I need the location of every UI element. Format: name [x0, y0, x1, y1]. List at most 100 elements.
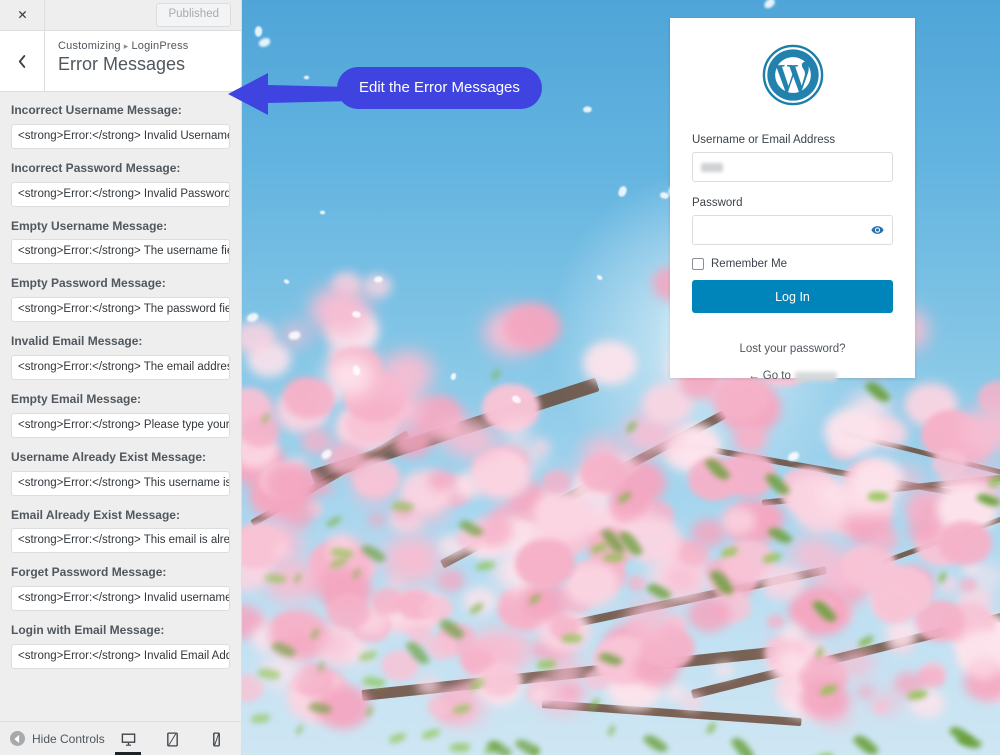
blossom-cluster	[760, 505, 786, 527]
control-label: Email Already Exist Message:	[11, 507, 180, 522]
close-icon[interactable]	[0, 0, 45, 30]
blossom-leaf	[606, 724, 617, 737]
blossom-leaf	[704, 721, 718, 735]
control-text-input[interactable]: <strong>Error:</strong> The username fie…	[11, 239, 230, 265]
blossom-leaf	[293, 723, 306, 736]
blossom-leaf	[475, 561, 495, 571]
wp-login-form: Username or Email Address Password Remem…	[670, 18, 915, 382]
published-button[interactable]: Published	[156, 2, 231, 28]
blossom-cluster	[368, 512, 386, 528]
blossom-leaf	[642, 731, 669, 755]
blossom-leaf	[388, 731, 408, 743]
blossom-cluster	[326, 593, 370, 629]
blossom-cluster	[691, 518, 727, 548]
blossom-cluster	[760, 564, 805, 601]
control-label: Empty Username Message:	[11, 218, 168, 233]
login-submit-button[interactable]: Log In	[692, 280, 893, 314]
control-label: Invalid Email Message:	[11, 334, 143, 349]
control-text-input[interactable]: <strong>Error:</strong> This email is al…	[11, 528, 230, 554]
blossom-cluster	[242, 416, 279, 447]
falling-petal	[449, 372, 458, 381]
password-input[interactable]	[692, 215, 893, 246]
site-preview-pane[interactable]: Username or Email Address Password Remem…	[242, 0, 1000, 755]
control-text-input[interactable]: <strong>Error:</strong> Please type your…	[11, 412, 230, 438]
control-4: Invalid Email Message: <strong>Error:</st…	[11, 333, 230, 380]
falling-petal	[282, 278, 290, 285]
blossom-cluster	[818, 479, 858, 512]
chevron-left-icon[interactable]	[0, 31, 45, 91]
control-text-input[interactable]: <strong>Error:</strong> This username is…	[11, 470, 230, 496]
blossom-cluster	[533, 490, 596, 542]
wordpress-logo-icon	[692, 44, 893, 106]
control-3: Empty Password Message: <strong>Error:</s…	[11, 275, 230, 323]
blossom-cluster	[416, 676, 440, 695]
control-text-input[interactable]: <strong>Error:</strong> The password fie…	[11, 297, 230, 323]
falling-petal	[762, 0, 777, 10]
customizer-topbar: Published	[0, 0, 241, 31]
device-preview-switcher	[113, 722, 231, 755]
blossom-cluster	[824, 408, 882, 456]
blossom-cluster	[454, 423, 498, 459]
login-links: Lost your password? ← Go to	[692, 343, 893, 384]
control-value: <strong>Error:</strong> This email is al…	[18, 534, 230, 547]
control-label: Login with Email Message:	[11, 623, 165, 638]
control-text-input[interactable]: <strong>Error:</strong> Invalid Password	[11, 181, 230, 207]
blossom-cluster	[778, 649, 807, 673]
desktop-icon[interactable]	[113, 722, 143, 755]
blossom-cluster	[766, 613, 785, 630]
control-value: <strong>Error:</strong> Invalid Email Ad…	[18, 649, 229, 662]
falling-petal	[616, 184, 629, 198]
blossom-cluster	[881, 426, 899, 441]
username-label: Username or Email Address	[692, 134, 836, 146]
blossom-cluster	[502, 423, 531, 447]
blossom-cluster	[532, 439, 550, 454]
site-name-redacted	[794, 371, 837, 381]
control-list: Incorrect Username Message: <strong>Error…	[0, 92, 241, 721]
hide-controls-button[interactable]: Hide Controls	[0, 731, 105, 746]
falling-petal	[582, 105, 593, 113]
customizer-footer: Hide Controls	[0, 721, 241, 755]
blossom-cluster	[499, 634, 531, 661]
blossom-cluster	[515, 538, 576, 589]
falling-petal	[254, 25, 264, 38]
blossom-cluster	[284, 377, 335, 420]
control-0: Incorrect Username Message: <strong>Error…	[11, 102, 230, 149]
blossom-cluster	[714, 661, 734, 678]
blossom-cluster	[436, 569, 466, 593]
blossom-cluster	[740, 431, 761, 449]
mobile-icon[interactable]	[201, 722, 231, 755]
back-to-site-link[interactable]: ← Go to	[748, 370, 837, 382]
blossom-cluster	[310, 285, 371, 336]
control-text-input[interactable]: <strong>Error:</strong> Invalid username…	[11, 586, 230, 612]
blossom-cluster	[931, 449, 967, 479]
control-value: <strong>Error:</strong> The username fie…	[18, 245, 229, 258]
control-8: Forget Password Message: <strong>Error:</…	[11, 564, 230, 612]
blossom-leaf	[762, 553, 782, 564]
control-text-input[interactable]: <strong>Error:</strong> Invalid Email Ad…	[11, 643, 230, 669]
control-text-input[interactable]: <strong>Error:</strong> The email addres…	[11, 354, 230, 380]
lost-password-link[interactable]: Lost your password?	[692, 343, 893, 355]
control-value: <strong>Error:</strong> This username is…	[18, 476, 229, 489]
falling-petal	[303, 74, 310, 80]
control-label: Forget Password Message:	[11, 565, 167, 580]
blossom-leaf	[250, 713, 271, 724]
blossom-leaf	[852, 731, 880, 755]
remember-me-checkbox[interactable]: Remember Me	[692, 258, 893, 271]
blossom-cluster	[273, 542, 291, 557]
control-text-input[interactable]: <strong>Error:</strong> Invalid Username…	[11, 123, 230, 149]
falling-petal	[596, 273, 604, 281]
blossom-cluster	[799, 678, 849, 720]
username-input[interactable]	[692, 152, 893, 183]
blossom-leaf	[325, 515, 343, 528]
blossom-cluster	[872, 691, 901, 715]
blossom-cluster	[267, 463, 320, 507]
eye-icon[interactable]	[871, 224, 884, 237]
control-value: <strong>Error:</strong> The password fie…	[18, 303, 229, 316]
control-value: <strong>Error:</strong> Invalid Username…	[18, 129, 230, 142]
blossom-cluster	[383, 535, 443, 584]
tablet-icon[interactable]	[157, 722, 187, 755]
checkbox-box	[692, 258, 704, 271]
control-label: Incorrect Username Message:	[11, 103, 182, 117]
control-value: <strong>Error:</strong> Invalid Password	[18, 187, 230, 200]
blossom-cluster	[841, 649, 875, 678]
